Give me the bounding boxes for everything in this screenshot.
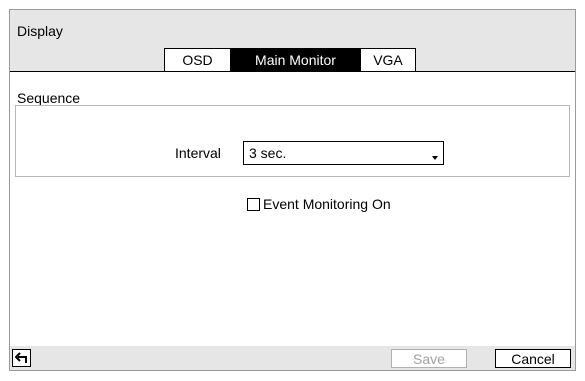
interval-label: Interval — [175, 145, 221, 161]
tab-bar: OSD Main Monitor VGA — [164, 48, 416, 71]
interval-select-value: 3 sec. — [249, 145, 287, 161]
footer-bar: Save Cancel — [10, 346, 575, 370]
tab-main-monitor[interactable]: Main Monitor — [230, 48, 361, 71]
event-monitoring-checkbox[interactable] — [247, 197, 260, 211]
cancel-button[interactable]: Cancel — [495, 349, 571, 368]
header-bar: Display OSD Main Monitor VGA — [10, 10, 575, 71]
event-monitoring-row[interactable]: Event Monitoring On — [247, 196, 391, 212]
header-divider — [10, 71, 575, 72]
interval-select[interactable]: 3 sec. — [243, 141, 444, 165]
back-arrow-icon — [15, 352, 27, 363]
tab-osd[interactable]: OSD — [164, 48, 231, 71]
tab-vga[interactable]: VGA — [360, 48, 416, 71]
back-button[interactable] — [12, 349, 31, 367]
event-monitoring-label: Event Monitoring On — [263, 196, 391, 212]
dropdown-arrow-icon — [432, 156, 438, 160]
save-button[interactable]: Save — [391, 349, 467, 368]
sequence-section-label: Sequence — [17, 90, 81, 106]
display-dialog: Display OSD Main Monitor VGA Sequence In… — [9, 9, 576, 371]
dialog-title: Display — [17, 23, 63, 39]
